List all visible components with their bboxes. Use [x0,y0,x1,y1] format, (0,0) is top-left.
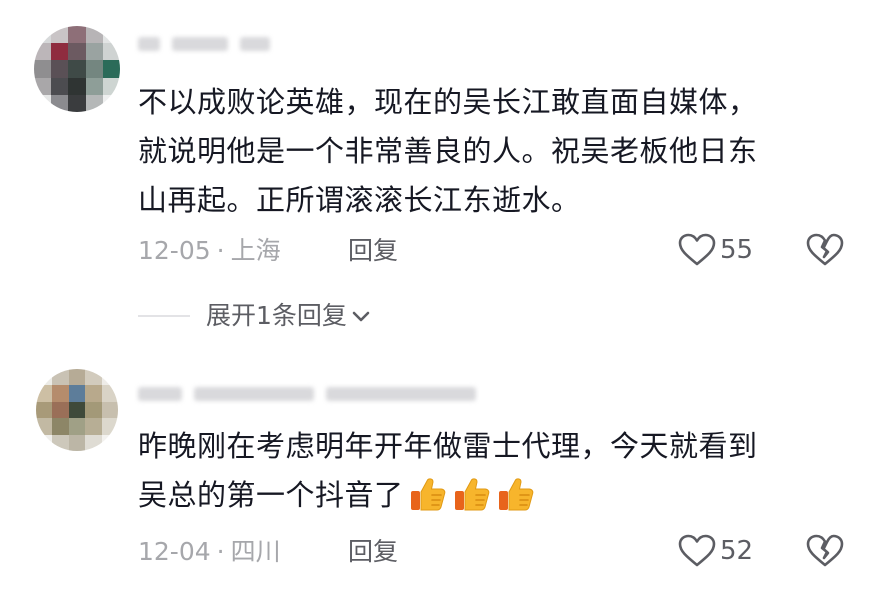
broken-heart-icon[interactable] [806,534,844,568]
meta-separator: · [216,236,225,265]
expand-replies-label: 展开1条回复 [206,301,347,330]
like-count: 55 [720,235,754,265]
comment-text-fragment: 吴总的第一个抖音了 [138,478,404,512]
avatar[interactable] [34,26,120,112]
username[interactable] [138,382,477,404]
heart-icon [678,534,716,567]
reply-button[interactable]: 回复 [348,236,398,266]
meta-separator: · [216,537,225,566]
reply-button[interactable]: 回复 [348,537,398,567]
emoji-group [404,478,536,512]
comment-location: 四川 [230,537,281,566]
username[interactable] [138,32,271,54]
username-redacted [194,386,315,401]
username-redacted [138,36,160,51]
heart-icon [678,233,716,266]
like-button[interactable]: 52 [678,534,753,568]
comment-text-line: 吴总的第一个抖音了 [138,471,868,520]
broken-heart-icon[interactable] [806,233,844,267]
avatar[interactable] [36,369,118,451]
divider-line [138,315,190,317]
avatar-image [34,26,120,112]
username-redacted [172,36,229,51]
avatar-image [36,369,118,451]
like-button[interactable]: 55 [678,233,753,267]
thumbs-up-emoji-icon [454,478,489,511]
comment-item: 不以成败论英雄，现在的吴长江敢直面自媒体， 就说明他是一个非常善良的人。祝吴老板… [0,0,894,355]
comment-date: 12-05 [138,236,211,265]
comment-text-line: 昨晚刚在考虑明年开年做雷士代理，今天就看到 [138,429,758,463]
username-redacted [138,386,182,401]
comment-text: 昨晚刚在考虑明年开年做雷士代理，今天就看到 吴总的第一个抖音了 [138,422,868,520]
chevron-down-icon [352,311,370,322]
username-redacted [326,386,477,401]
thumbs-up-emoji-icon [410,478,445,511]
comment-meta: 12-04 · 四川 [138,537,281,567]
comment-text: 不以成败论英雄，现在的吴长江敢直面自媒体， 就说明他是一个非常善良的人。祝吴老板… [138,78,868,225]
comment-text-line: 山再起。正所谓滚滚长江东逝水。 [138,183,581,217]
comment-location: 上海 [230,236,281,265]
comment-date: 12-04 [138,537,211,566]
comment-meta: 12-05 · 上海 [138,236,281,266]
comment-text-line: 不以成败论英雄，现在的吴长江敢直面自媒体， [138,85,758,119]
like-count: 52 [720,536,754,566]
thumbs-up-emoji-icon [498,478,533,511]
username-redacted [240,36,271,51]
comment-text-line: 就说明他是一个非常善良的人。祝吴老板他日东 [138,134,758,168]
comment-item: 昨晚刚在考虑明年开年做雷士代理，今天就看到 吴总的第一个抖音了 12-04 · 四川… [0,355,894,591]
expand-replies-button[interactable]: 展开1条回复 [138,300,373,332]
